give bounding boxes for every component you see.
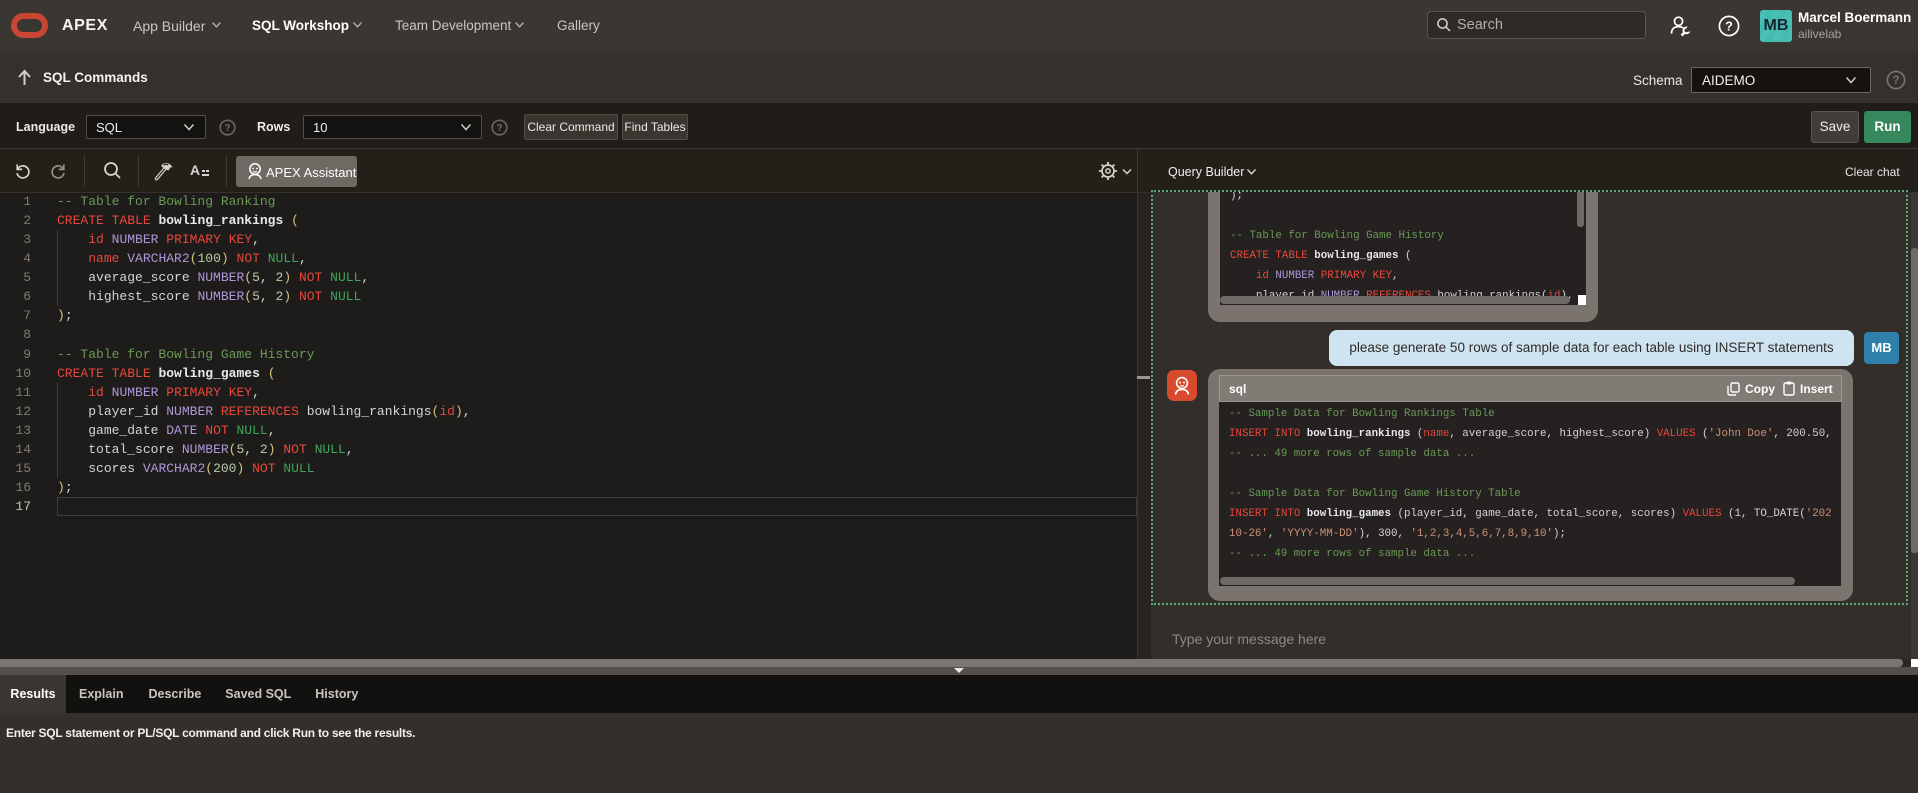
svg-text:?: ? bbox=[1892, 75, 1899, 87]
svg-text:?: ? bbox=[1725, 19, 1733, 33]
svg-text:?: ? bbox=[224, 123, 230, 134]
svg-text:?: ? bbox=[496, 123, 502, 134]
